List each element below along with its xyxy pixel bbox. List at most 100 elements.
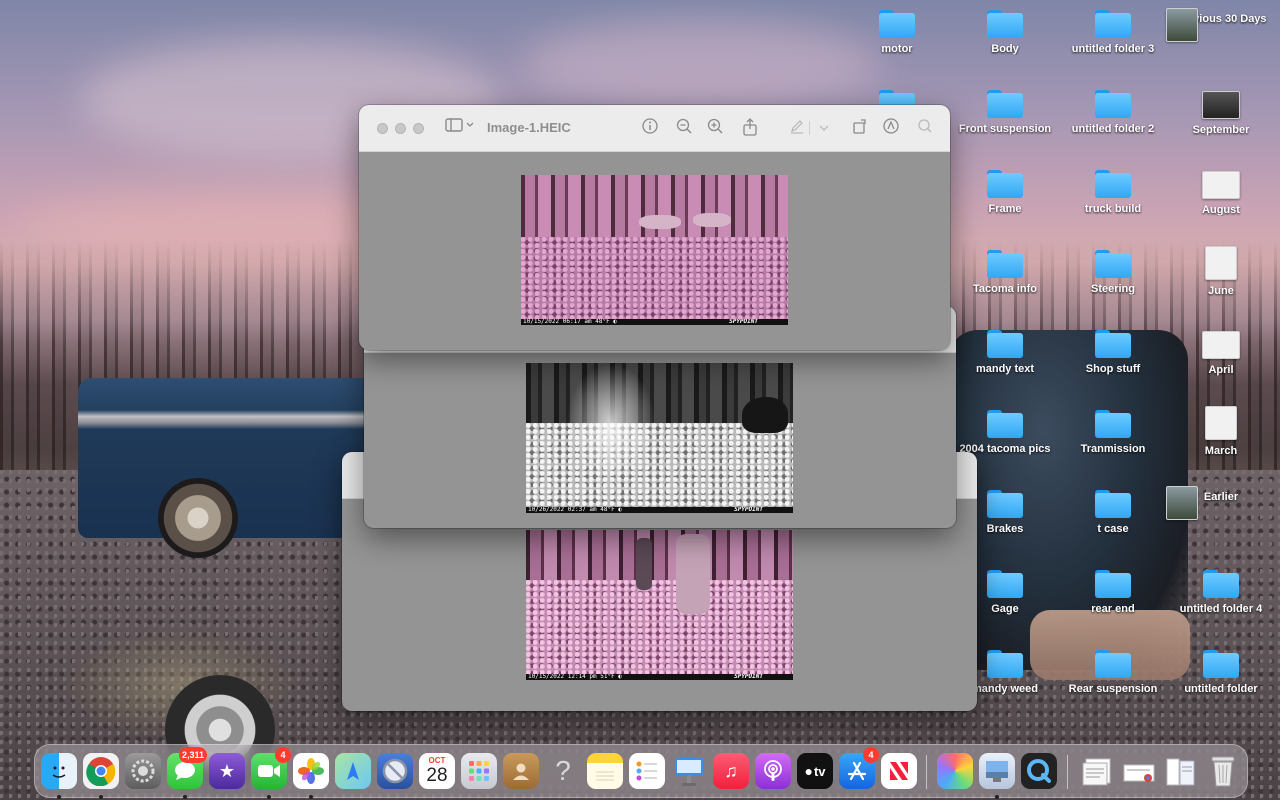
desktop-item-september[interactable]: September [1166,88,1276,136]
wallpaper-truck [78,378,378,578]
desktop-folder-motor[interactable]: motor [842,10,952,55]
desktop-folder-tranmission[interactable]: Tranmission [1058,410,1168,455]
desktop-item-label: t case [1097,523,1129,535]
desktop-folder-body[interactable]: Body [950,10,1060,55]
desktop-folder-shop-stuff[interactable]: Shop stuff [1058,330,1168,375]
desktop-item-label: untitled folder 3 [1071,43,1155,55]
dock-app-blocked[interactable] [375,751,415,791]
document-thumbnail-icon [1166,486,1198,520]
share-icon[interactable] [739,118,761,138]
desktop-folder-steering[interactable]: Steering [1058,250,1168,295]
search-icon[interactable] [914,118,936,138]
desktop-folder-tacoma-info[interactable]: Tacoma info [950,250,1060,295]
dock-apple-tv[interactable]: ● tv [795,751,835,791]
reminders-list-icon [629,753,665,789]
desktop-folder-frame[interactable]: Frame [950,170,1060,215]
preview-window-1[interactable]: Image-1.HEIC 10/15/2022 06:17 am 48°F ◐ … [359,105,950,350]
gear-icon [125,753,161,789]
dock-stack-files[interactable] [1161,751,1201,791]
dock-stack-documents[interactable] [1077,751,1117,791]
folder-icon [879,10,915,38]
rotate-icon[interactable] [849,118,871,138]
zoom-button[interactable] [413,123,424,134]
dock-reminders[interactable] [627,751,667,791]
desktop-folder-truck-build[interactable]: truck build [1058,170,1168,215]
document-thumbnail-icon [1202,91,1240,119]
dock-podcasts[interactable] [753,751,793,791]
notification-badge: 4 [863,747,879,763]
sidebar-toggle-icon[interactable] [443,118,477,138]
dock-app-store[interactable]: 4 [837,747,879,791]
desktop-folder-front-suspension[interactable]: Front suspension [950,90,1060,135]
folder-icon [1095,490,1131,518]
star-icon: ★ [209,753,245,789]
trash-icon [1205,753,1241,789]
desktop-folder-untitled-3[interactable]: untitled folder 3 [1058,10,1168,55]
dock-contacts[interactable] [501,751,541,791]
desktop-item-august[interactable]: August [1166,168,1276,216]
desktop-item-earlier[interactable]: Earlier [1166,486,1276,520]
podcasts-icon [755,753,791,789]
desktop-folder-rear-suspension[interactable]: Rear suspension [1058,650,1168,695]
close-button[interactable] [377,123,388,134]
dock-unknown-app[interactable]: ? [543,751,583,791]
desktop-item-label: June [1208,285,1234,297]
music-note-icon: ♫ [713,753,749,789]
folder-icon [1095,650,1131,678]
desktop-item-label: Steering [1090,283,1135,295]
dock-trash[interactable] [1203,751,1243,791]
markup-pen-icon[interactable] [786,118,808,138]
dock-calendar[interactable]: OCT 28 [417,751,457,791]
desktop-item-label: September [1192,124,1250,136]
dock: 2,311 ★ 4 OCT 28 ? ♫ ● tv 4 [34,744,1248,799]
desktop-item-april[interactable]: April [1166,328,1276,376]
dock-music[interactable]: ♫ [711,751,751,791]
dock-keynote[interactable] [669,751,709,791]
desktop-folder-rear-end[interactable]: rear end [1058,570,1168,615]
info-icon[interactable] [639,118,661,138]
desktop-item-label: untitled folder 2 [1071,123,1155,135]
dock-facetime[interactable]: 4 [249,747,291,799]
notification-badge: 2,311 [178,747,207,763]
dock-launchpad[interactable] [459,751,499,791]
desktop-folder-untitled[interactable]: untitled folder [1166,650,1276,695]
folder-icon [1203,570,1239,598]
tv-icon: ● tv [797,753,833,789]
dock-system-settings[interactable] [123,751,163,791]
dock-photos[interactable] [291,751,331,799]
zoom-out-icon[interactable] [673,118,695,138]
dock-news[interactable] [879,751,919,791]
dock-maps[interactable] [333,751,373,791]
window-titlebar[interactable]: Image-1.HEIC [359,105,950,152]
desktop-item-label: untitled folder 4 [1179,603,1263,615]
document-thumbnail-icon [1202,171,1240,199]
dock-color-app[interactable] [935,751,975,791]
calendar-day: 28 [426,765,448,786]
document-thumbnail-icon [1205,246,1237,280]
desktop-folder-mandy-text[interactable]: mandy text [950,330,1060,375]
minimize-button[interactable] [395,123,406,134]
dock-finder[interactable] [39,751,79,799]
zoom-in-icon[interactable] [704,118,726,138]
folder-icon [1095,10,1131,38]
dock-imovie[interactable]: ★ [207,751,247,791]
desktop-folder-untitled-4[interactable]: untitled folder 4 [1166,570,1276,615]
desktop-folder-2004-tacoma-pics[interactable]: 2004 tacoma pics [950,410,1060,455]
dock-chrome[interactable] [81,751,121,799]
desktop-item-previous-30-days[interactable]: Previous 30 Days [1166,8,1276,42]
desktop-folder-t-case[interactable]: t case [1058,490,1168,535]
dock-quicktime[interactable] [1019,751,1059,791]
folder-icon [1095,410,1131,438]
desktop-folder-untitled-2[interactable]: untitled folder 2 [1058,90,1168,135]
chevron-down-icon[interactable] [817,118,831,138]
camera-brand: SPYPOINT [734,674,763,680]
dock-notes[interactable] [585,751,625,791]
dock-messages[interactable]: 2,311 [165,747,207,799]
desktop-item-june[interactable]: June [1166,246,1276,297]
desktop-item-march[interactable]: March [1166,406,1276,457]
question-mark-icon: ? [555,755,571,786]
chrome-icon [83,753,119,789]
markup-icon[interactable] [880,118,902,138]
dock-stack-downloads[interactable] [1119,751,1159,791]
dock-preview[interactable] [977,751,1017,799]
